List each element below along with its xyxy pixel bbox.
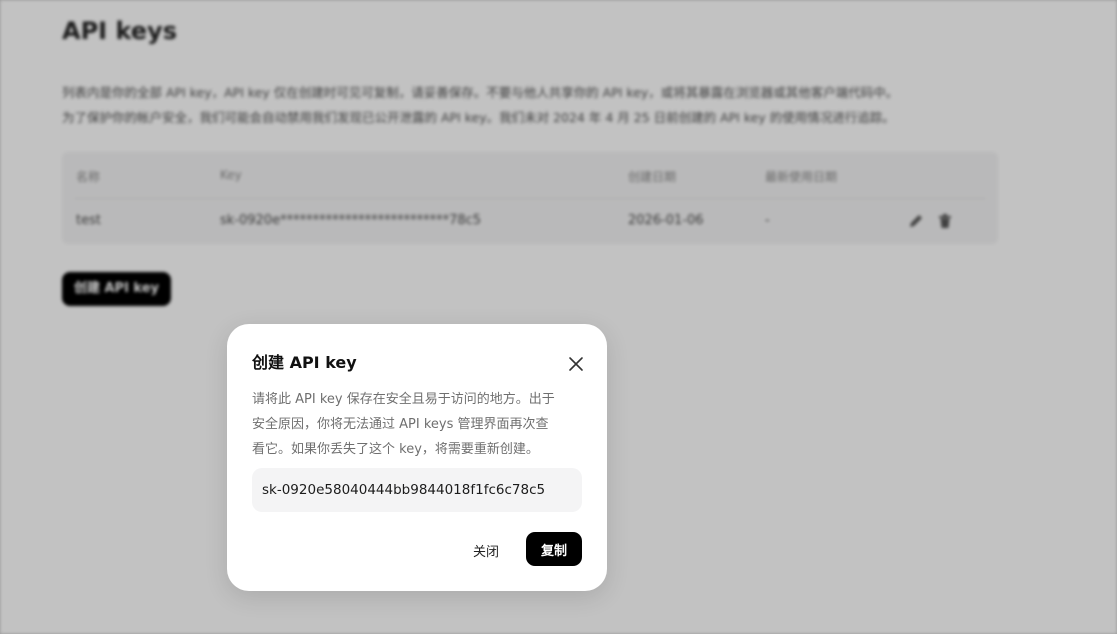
copy-button[interactable]: 复制: [526, 532, 582, 566]
dialog-title: 创建 API key: [252, 353, 357, 372]
close-button[interactable]: 关闭: [460, 534, 512, 566]
dialog-description-line-2: 安全原因，你将无法通过 API keys 管理界面再次查: [252, 417, 549, 432]
create-api-key-dialog: 创建 API key 请将此 API key 保存在安全且易于访问的地方。出于 …: [227, 324, 607, 591]
dialog-description: 请将此 API key 保存在安全且易于访问的地方。出于 安全原因，你将无法通过…: [252, 387, 584, 462]
close-icon[interactable]: [566, 354, 586, 374]
dialog-description-line-3: 看它。如果你丢失了这个 key，将需要重新创建。: [252, 442, 539, 457]
api-key-field[interactable]: [252, 468, 582, 512]
dialog-description-line-1: 请将此 API key 保存在安全且易于访问的地方。出于: [252, 392, 555, 407]
